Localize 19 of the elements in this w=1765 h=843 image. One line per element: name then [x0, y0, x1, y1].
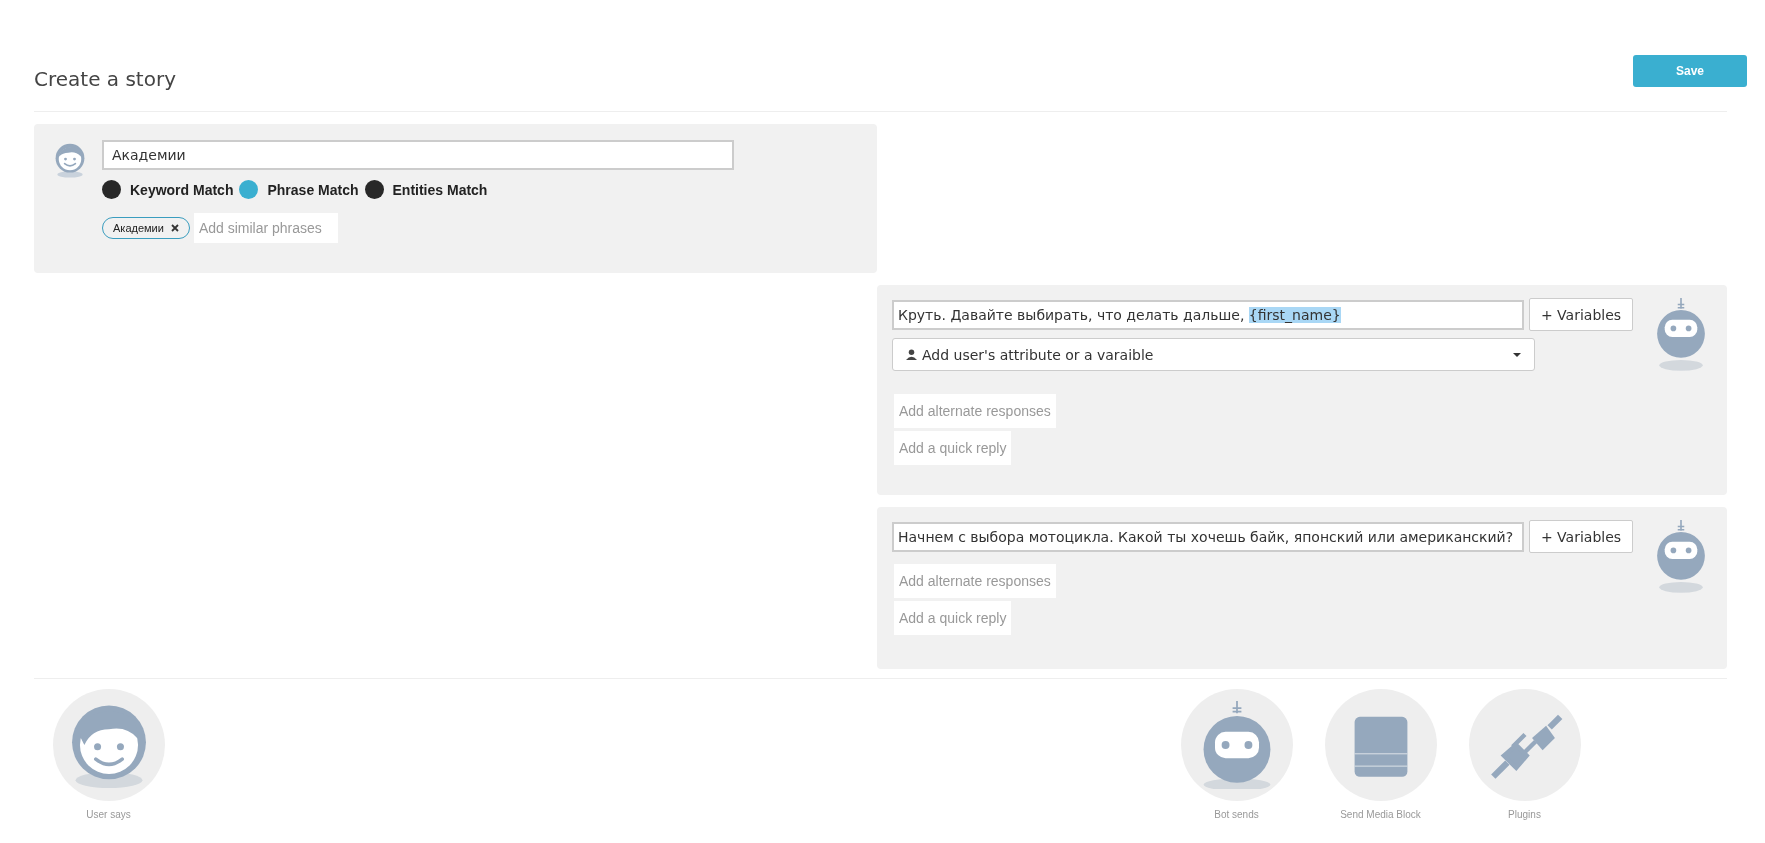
message-field[interactable]: Круть. Давайте выбирать, что делать дальше, {first_name}: [892, 300, 1524, 330]
block-label: Send Media Block: [1340, 809, 1421, 820]
message-field[interactable]: Начнем с выбора мотоцикла. Какой ты хочешь байк, японский или американский?: [892, 522, 1524, 552]
remove-icon[interactable]: [170, 224, 179, 232]
page-title: Create a story: [34, 67, 176, 91]
variables-button[interactable]: + Variables: [1529, 520, 1633, 553]
similar-phrases-field[interactable]: Add similar phrases: [193, 213, 338, 243]
match-option[interactable]: Keyword Match: [102, 180, 234, 199]
attribute-dropdown[interactable]: Add user's attribute or a varaible: [892, 338, 1535, 371]
block-label: Bot sends: [1214, 809, 1259, 820]
match-option[interactable]: Entities Match: [364, 180, 488, 199]
phrase-tag: Академии: [102, 217, 190, 239]
block-label: User says: [86, 809, 131, 820]
person-icon: [906, 349, 917, 360]
variables-button[interactable]: + Variables: [1529, 298, 1633, 331]
block-label: Plugins: [1508, 809, 1541, 820]
match-option[interactable]: Phrase Match: [239, 180, 359, 199]
phrase-input[interactable]: Академии: [102, 140, 734, 170]
caret-icon: [1513, 352, 1521, 357]
